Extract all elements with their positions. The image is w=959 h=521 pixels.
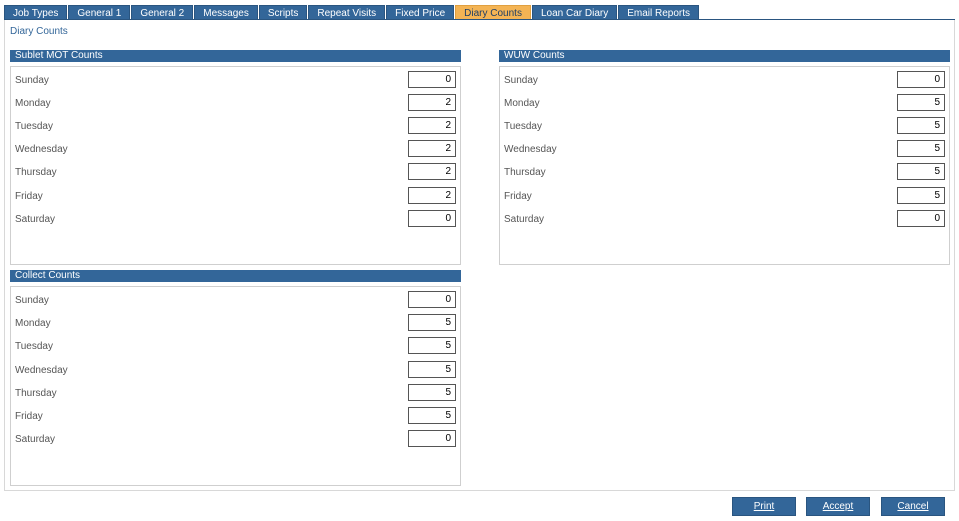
tab-repeat-visits[interactable]: Repeat Visits: [308, 5, 386, 20]
sublet-mot-label-tuesday: Tuesday: [15, 121, 53, 132]
sublet-mot-label-saturday: Saturday: [15, 214, 56, 225]
sublet-mot-thursday-input[interactable]: [408, 163, 456, 180]
collect-tuesday-input[interactable]: [408, 337, 456, 354]
wuw-saturday-input[interactable]: [897, 210, 945, 227]
wuw-header: WUW Counts: [499, 50, 950, 62]
collect-monday-input[interactable]: [408, 314, 456, 331]
collect-sunday-input[interactable]: [408, 291, 456, 308]
collect-thursday-input[interactable]: [408, 384, 456, 401]
sublet-mot-label-thursday: Thursday: [15, 167, 57, 178]
sublet-mot-label-friday: Friday: [15, 191, 43, 202]
wuw-sunday-input[interactable]: [897, 71, 945, 88]
tab-general-1[interactable]: General 1: [68, 5, 131, 20]
tab-job-types[interactable]: Job Types: [4, 5, 68, 20]
collect-label-thursday: Thursday: [15, 388, 57, 399]
collect-label-sunday: Sunday: [15, 295, 49, 306]
print-button[interactable]: Print: [732, 497, 796, 516]
footer-divider: [4, 490, 955, 491]
accept-button[interactable]: Accept: [806, 497, 870, 516]
wuw-thursday-input[interactable]: [897, 163, 945, 180]
wuw-tuesday-input[interactable]: [897, 117, 945, 134]
sublet-mot-wednesday-input[interactable]: [408, 140, 456, 157]
tab-bar: Job Types General 1 General 2 Messages S…: [4, 5, 700, 20]
wuw-label-friday: Friday: [504, 191, 532, 202]
wuw-friday-input[interactable]: [897, 187, 945, 204]
cancel-button[interactable]: Cancel: [881, 497, 945, 516]
collect-friday-input[interactable]: [408, 407, 456, 424]
collect-header: Collect Counts: [10, 270, 461, 282]
collect-label-monday: Monday: [15, 318, 51, 329]
collect-label-wednesday: Wednesday: [15, 365, 68, 376]
tab-email-reports[interactable]: Email Reports: [618, 5, 700, 20]
collect-saturday-input[interactable]: [408, 430, 456, 447]
tab-loan-car-diary[interactable]: Loan Car Diary: [531, 5, 618, 20]
sublet-mot-monday-input[interactable]: [408, 94, 456, 111]
collect-label-friday: Friday: [15, 411, 43, 422]
sublet-mot-label-wednesday: Wednesday: [15, 144, 68, 155]
sublet-mot-sunday-input[interactable]: [408, 71, 456, 88]
wuw-monday-input[interactable]: [897, 94, 945, 111]
collect-wednesday-input[interactable]: [408, 361, 456, 378]
tab-fixed-price[interactable]: Fixed Price: [386, 5, 455, 20]
page-title: Diary Counts: [10, 26, 68, 37]
tab-messages[interactable]: Messages: [194, 5, 258, 20]
tab-general-2[interactable]: General 2: [131, 5, 194, 20]
sublet-mot-header: Sublet MOT Counts: [10, 50, 461, 62]
sublet-mot-group: [10, 66, 461, 265]
collect-group: [10, 286, 461, 486]
wuw-wednesday-input[interactable]: [897, 140, 945, 157]
sublet-mot-friday-input[interactable]: [408, 187, 456, 204]
wuw-label-tuesday: Tuesday: [504, 121, 542, 132]
tab-scripts[interactable]: Scripts: [258, 5, 308, 20]
collect-label-saturday: Saturday: [15, 434, 56, 445]
collect-label-tuesday: Tuesday: [15, 341, 53, 352]
wuw-label-wednesday: Wednesday: [504, 144, 557, 155]
wuw-label-sunday: Sunday: [504, 75, 538, 86]
wuw-label-thursday: Thursday: [504, 167, 546, 178]
tab-diary-counts[interactable]: Diary Counts: [455, 5, 531, 20]
sublet-mot-saturday-input[interactable]: [408, 210, 456, 227]
sublet-mot-tuesday-input[interactable]: [408, 117, 456, 134]
sublet-mot-label-monday: Monday: [15, 98, 51, 109]
wuw-label-saturday: Saturday: [504, 214, 545, 225]
wuw-label-monday: Monday: [504, 98, 540, 109]
sublet-mot-label-sunday: Sunday: [15, 75, 49, 86]
wuw-group: [499, 66, 950, 265]
